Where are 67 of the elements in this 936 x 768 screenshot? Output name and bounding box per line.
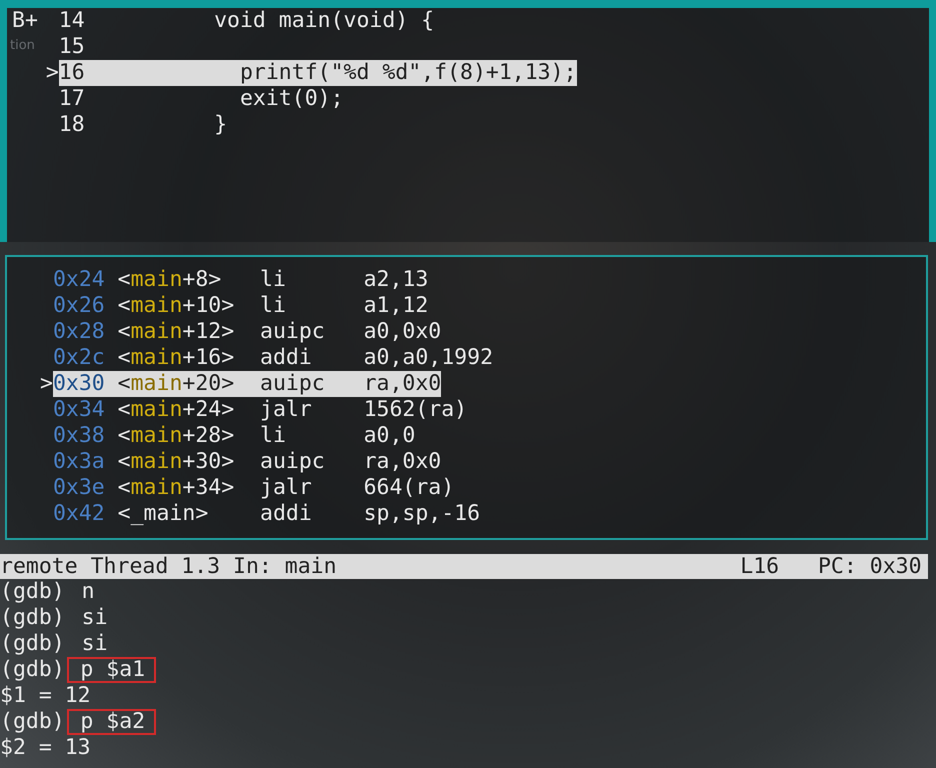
operands: a1,12: [364, 293, 428, 319]
mnemonic: li: [260, 267, 287, 293]
operands: sp,sp,-16: [364, 501, 480, 527]
symbol-label: <main+24>: [118, 397, 236, 423]
highlighted-command: p $a1: [66, 657, 156, 683]
mnemonic: jalr: [260, 475, 313, 501]
symbol-label: <main+20>: [118, 371, 260, 397]
status-line: L16: [740, 554, 780, 580]
instruction-address: 0x24: [52, 267, 106, 293]
breakpoint-marker: B+: [11, 8, 39, 34]
mnemonic: jalr: [260, 397, 313, 423]
highlighted-command: p $a2: [66, 709, 156, 735]
operands: a0,0x0: [364, 319, 442, 345]
operands: a0,a0,1992: [364, 345, 494, 371]
instruction-address: 0x30: [52, 371, 118, 397]
code-line: exit(0);: [238, 86, 344, 112]
mnemonic: li: [260, 423, 287, 449]
operands: 1562(ra): [364, 397, 468, 423]
instruction-address: 0x26: [52, 293, 106, 319]
symbol-label: <main+16>: [118, 345, 236, 371]
mnemonic: addi: [260, 345, 313, 371]
side-label: tion: [10, 38, 35, 54]
symbol-label: <main+34>: [118, 475, 236, 501]
code-line: void main(void) {: [213, 8, 434, 34]
symbol-label: <main+10>: [118, 293, 236, 319]
current-marker: >: [38, 371, 53, 397]
command-text: n: [80, 579, 96, 605]
mnemonic: auipc: [260, 319, 326, 345]
symbol-label: <main+12>: [118, 319, 236, 345]
operands: a0,0: [364, 423, 416, 449]
gdb-prompt: (gdb): [0, 657, 65, 683]
mnemonic: auipc: [260, 371, 364, 397]
command-output: $2 = 13: [0, 735, 91, 761]
instruction-address: 0x2c: [52, 345, 106, 371]
symbol-label: <_main>: [118, 501, 210, 527]
instruction-address: 0x28: [52, 319, 106, 345]
symbol-label: <main+30>: [118, 449, 236, 475]
code-line: }: [213, 112, 228, 138]
symbol-label: <main+8>: [118, 267, 222, 293]
command-text: si: [80, 605, 109, 631]
operands: a2,13: [364, 267, 428, 293]
line-number: 16: [58, 60, 85, 86]
operands: 664(ra): [364, 475, 454, 501]
instruction-address: 0x34: [52, 397, 106, 423]
operands: ra,0x0: [364, 449, 442, 475]
gdb-prompt: (gdb): [0, 631, 65, 657]
instruction-address: 0x3a: [52, 449, 106, 475]
instruction-address: 0x38: [52, 423, 106, 449]
operands: ra,0x0: [364, 371, 442, 397]
instruction-address: 0x3e: [52, 475, 106, 501]
command-output: $1 = 12: [0, 683, 91, 709]
status-target: remote Thread 1.3 In: main: [0, 554, 337, 580]
gdb-prompt: (gdb): [0, 579, 65, 605]
line-number: 18: [58, 112, 85, 138]
line-number: 14: [58, 8, 85, 34]
gdb-prompt: (gdb): [0, 605, 65, 631]
mnemonic: auipc: [260, 449, 326, 475]
mnemonic: addi: [260, 501, 313, 527]
instruction-address: 0x42: [52, 501, 106, 527]
symbol-label: <main+28>: [118, 423, 236, 449]
mnemonic: li: [260, 293, 287, 319]
status-pc: PC: 0x30: [818, 554, 922, 580]
line-number: 15: [58, 34, 85, 60]
gdb-prompt: (gdb): [0, 709, 65, 735]
current-line-marker: >: [44, 60, 59, 86]
command-text: si: [80, 631, 109, 657]
line-number: 17: [58, 86, 85, 112]
